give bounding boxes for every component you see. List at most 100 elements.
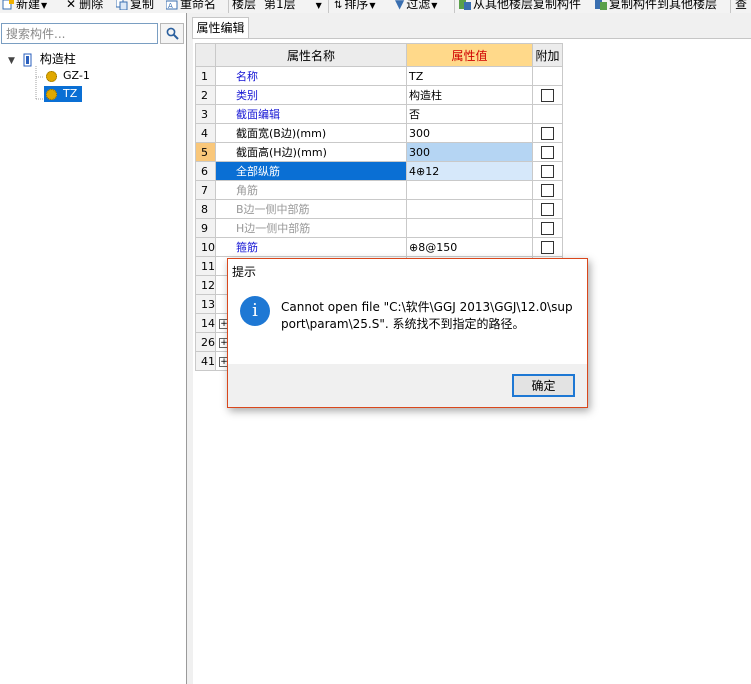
extra-checkbox[interactable] (541, 221, 554, 235)
copy-from-floor-button[interactable]: 从其他楼层复制构件 (459, 0, 581, 12)
column-category-icon (23, 53, 32, 66)
tree-item-label: TZ (63, 87, 78, 100)
search-button[interactable] (160, 23, 184, 44)
dialog-title: 提示 (232, 265, 257, 279)
property-name[interactable]: 类别 (215, 85, 407, 105)
column-header-value: 属性值 (406, 43, 533, 67)
row-number: 14 (195, 313, 216, 333)
property-name[interactable]: B边一侧中部筋 (215, 199, 407, 219)
property-value[interactable]: TZ (406, 66, 533, 86)
new-button[interactable]: 新建▼ (2, 0, 47, 12)
component-gear-icon (46, 88, 57, 100)
grid-row[interactable]: 9 H边一侧中部筋 (195, 218, 563, 238)
search-input[interactable] (2, 24, 160, 43)
toolbar: 新建▼ ✕ 删除 复制 A 重命名 楼层 第1层 ▼ ⇅ 排序▼ ▼ 过滤▼ 从其他楼层复… (0, 0, 751, 14)
floor-dropdown-icon: ▼ (315, 1, 322, 10)
property-value[interactable]: 4⊕12 (406, 161, 533, 181)
property-name[interactable]: 角筋 (215, 180, 407, 200)
row-number: 8 (195, 199, 216, 219)
rename-button[interactable]: A 重命名 (166, 0, 216, 12)
tree-root-label: 构造柱 (39, 52, 76, 66)
row-number: 26 (195, 332, 216, 352)
property-value[interactable]: 构造柱 (406, 85, 533, 105)
tree-node-root[interactable]: ▼ 构造柱 (8, 51, 76, 67)
ok-button[interactable]: 确定 (512, 374, 575, 397)
search-field[interactable] (1, 23, 160, 44)
extra-cell (532, 104, 563, 124)
search-toolbar-button[interactable]: 查 (735, 0, 747, 12)
delete-button[interactable]: ✕ 删除 (66, 0, 103, 12)
property-value[interactable] (406, 180, 533, 200)
tree-item-tz[interactable]: TZ (44, 86, 82, 102)
tab-property-edit[interactable]: 属性编辑 (192, 17, 249, 38)
dropdown-arrow-icon: ▼ (431, 1, 438, 10)
filter-button[interactable]: ▼ 过滤▼ (395, 0, 437, 12)
property-name[interactable]: 截面高(H边)(mm) (215, 142, 407, 162)
grid-row[interactable]: 10 箍筋 ⊕8@150 (195, 237, 563, 257)
property-value[interactable] (406, 218, 533, 238)
property-name[interactable]: H边一侧中部筋 (215, 218, 407, 238)
floor-select[interactable]: 第1层 ▼ (264, 0, 322, 12)
sort-button[interactable]: ⇅ 排序▼ (334, 0, 376, 12)
property-name[interactable]: 名称 (215, 66, 407, 86)
property-name[interactable]: 截面宽(B边)(mm) (215, 123, 407, 143)
grid-row[interactable]: 8 B边一侧中部筋 (195, 199, 563, 219)
copy-button[interactable]: 复制 (116, 0, 154, 12)
extra-cell (532, 123, 563, 143)
info-icon: i (240, 296, 270, 326)
column-header-name: 属性名称 (215, 43, 407, 67)
row-number: 10 (195, 237, 216, 257)
extra-checkbox[interactable] (541, 240, 554, 254)
component-tree-panel: ▼ 构造柱 GZ-1 TZ (0, 13, 187, 684)
filter-label: 过滤 (406, 0, 431, 11)
row-number: 12 (195, 275, 216, 295)
row-number: 6 (195, 161, 216, 181)
toolbar-separator (730, 0, 731, 13)
grid-row[interactable]: 7 角筋 (195, 180, 563, 200)
extra-checkbox[interactable] (541, 126, 554, 140)
row-number: 9 (195, 218, 216, 238)
grid-row[interactable]: 5 截面高(H边)(mm) 300 (195, 142, 563, 162)
dialog-footer: 确定 (228, 364, 587, 407)
collapse-chevron-icon[interactable]: ▼ (8, 56, 15, 66)
grid-row[interactable]: 1 名称 TZ (195, 66, 563, 86)
floor-label: 楼层 (232, 0, 257, 11)
tree-item-gz1[interactable]: GZ-1 (46, 68, 90, 84)
row-number: 11 (195, 256, 216, 276)
row-number: 5 (195, 142, 216, 162)
extra-checkbox[interactable] (541, 145, 554, 159)
row-number: 4 (195, 123, 216, 143)
sort-icon: ⇅ (334, 0, 343, 11)
property-value[interactable]: 300 (406, 142, 533, 162)
delete-label: 删除 (79, 0, 104, 11)
grid-row[interactable]: 2 类别 构造柱 (195, 85, 563, 105)
property-value[interactable]: ⊕8@150 (406, 237, 533, 257)
extra-cell (532, 237, 563, 257)
copy-to-floor-button[interactable]: 复制构件到其他楼层 (595, 0, 717, 12)
copy-to-floor-label: 复制构件到其他楼层 (609, 0, 718, 11)
property-value[interactable] (406, 199, 533, 219)
extra-checkbox[interactable] (541, 183, 554, 197)
property-name[interactable]: 截面编辑 (215, 104, 407, 124)
copy-to-floor-icon (595, 0, 607, 10)
extra-checkbox[interactable] (541, 164, 554, 178)
property-name[interactable]: 箍筋 (215, 237, 407, 257)
dropdown-arrow-icon: ▼ (369, 1, 376, 10)
dialog-message: Cannot open file "C:\软件\GGJ 2013\GGJ\12.… (281, 300, 573, 331)
new-label: 新建 (16, 0, 41, 11)
extra-cell (532, 218, 563, 238)
filter-icon: ▼ (395, 0, 405, 11)
extra-checkbox[interactable] (541, 202, 554, 216)
copy-from-floor-icon (459, 0, 471, 10)
extra-checkbox[interactable] (541, 88, 554, 102)
property-name[interactable]: 全部纵筋 (215, 161, 407, 181)
copy-from-floor-label: 从其他楼层复制构件 (473, 0, 582, 11)
property-value[interactable]: 300 (406, 123, 533, 143)
grid-row[interactable]: 4 截面宽(B边)(mm) 300 (195, 123, 563, 143)
sort-label: 排序 (344, 0, 369, 11)
property-value[interactable]: 否 (406, 104, 533, 124)
tree-item-label: GZ-1 (63, 69, 90, 82)
grid-row[interactable]: 3 截面编辑否 (195, 104, 563, 124)
grid-row[interactable]: 6 全部纵筋 4⊕12 (195, 161, 563, 181)
column-header-extra: 附加 (532, 43, 563, 67)
